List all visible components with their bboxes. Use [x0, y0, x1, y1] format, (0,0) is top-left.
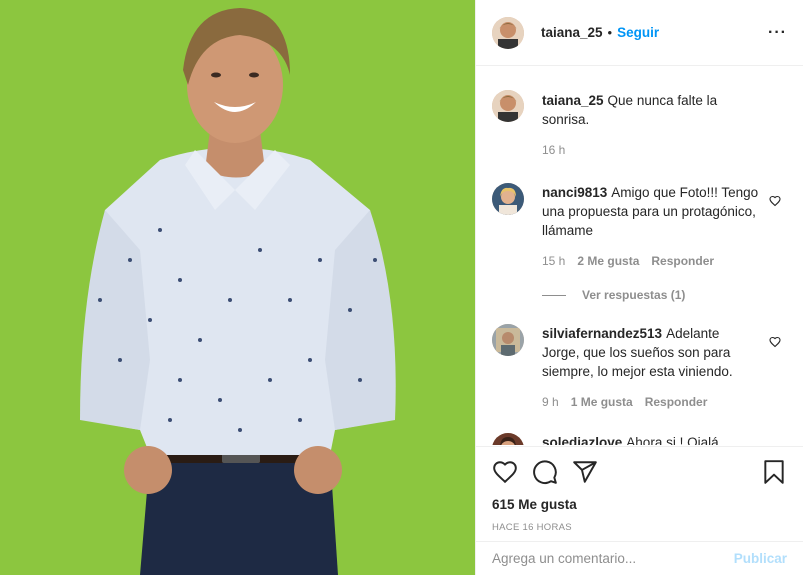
add-comment-bar: Publicar [476, 541, 803, 575]
post-time[interactable]: HACE 16 HORAS [492, 522, 787, 533]
comment-meta: 15 h 2 Me gusta Responder [542, 252, 759, 271]
avatar-image [492, 90, 524, 122]
comment-time[interactable]: 15 h [542, 252, 565, 271]
publish-button[interactable]: Publicar [734, 551, 787, 566]
post-sidebar: taiana_25 • Seguir ··· taiana_25 Que nunc… [475, 0, 803, 575]
share-icon[interactable] [572, 459, 598, 485]
caption-time[interactable]: 16 h [542, 141, 565, 160]
likes-count[interactable]: 615 Me gusta [492, 497, 787, 512]
commenter-avatar[interactable] [492, 324, 524, 356]
comment-icon[interactable] [532, 459, 558, 485]
reply-button[interactable]: Responder [645, 393, 708, 412]
comment-body: solediazloveAhora si ! Ojalá encuentres … [542, 433, 787, 445]
separator-dot: • [607, 25, 613, 40]
comment-item: nanci9813 Amigo que Foto!!! Tengo una pro… [492, 183, 787, 271]
post-view: taiana_25 • Seguir ··· taiana_25 Que nunc… [0, 0, 803, 575]
comment-username[interactable]: silviafernandez513 [542, 326, 662, 341]
comment-item: silviafernandez513 Adelante Jorge, que lo… [492, 324, 787, 412]
comments-list[interactable]: taiana_25 Que nunca falte la sonrisa. 16 … [476, 67, 803, 445]
caption: taiana_25 Que nunca falte la sonrisa. 16 … [492, 90, 787, 160]
heart-icon[interactable] [769, 195, 781, 207]
caption-body: taiana_25 Que nunca falte la sonrisa. 16 … [542, 90, 787, 160]
bookmark-icon[interactable] [761, 459, 787, 485]
author-avatar[interactable] [492, 16, 524, 49]
caption-meta: 16 h [542, 141, 759, 160]
reply-button[interactable]: Responder [651, 252, 714, 271]
comment-meta: 9 h 1 Me gusta Responder [542, 393, 759, 412]
commenter-avatar[interactable] [492, 433, 524, 445]
avatar-image [492, 324, 524, 356]
post-actions: 615 Me gusta HACE 16 HORAS [476, 446, 803, 533]
comment-likes[interactable]: 2 Me gusta [577, 252, 639, 271]
commenter-avatar[interactable] [492, 183, 524, 215]
view-replies-button[interactable]: Ver respuestas (1) [542, 288, 787, 302]
comment-input[interactable] [492, 551, 734, 566]
caption-avatar[interactable] [492, 90, 524, 122]
follow-button[interactable]: Seguir [617, 25, 659, 40]
post-header: taiana_25 • Seguir ··· [476, 0, 803, 66]
view-replies-label: Ver respuestas (1) [582, 288, 686, 302]
caption-username[interactable]: taiana_25 [542, 93, 604, 108]
replies-divider [542, 294, 566, 296]
comment-body: nanci9813 Amigo que Foto!!! Tengo una pro… [542, 183, 787, 271]
comment-time[interactable]: 9 h [542, 393, 559, 412]
comment-username[interactable]: nanci9813 [542, 185, 607, 200]
avatar-image [492, 183, 524, 215]
man-smiling-photo [0, 0, 475, 575]
action-icons [492, 459, 787, 485]
post-photo[interactable] [0, 0, 475, 575]
comment-likes[interactable]: 1 Me gusta [571, 393, 633, 412]
author-username[interactable]: taiana_25 [541, 25, 603, 40]
avatar-image [492, 16, 524, 49]
heart-icon[interactable] [492, 459, 518, 485]
comment-item: solediazloveAhora si ! Ojalá encuentres … [492, 433, 787, 445]
comment-username[interactable]: solediazlove [542, 435, 622, 445]
avatar-image [492, 433, 524, 445]
heart-icon[interactable] [769, 336, 781, 348]
comment-body: silviafernandez513 Adelante Jorge, que lo… [542, 324, 787, 412]
more-options-icon[interactable]: ··· [768, 24, 787, 42]
